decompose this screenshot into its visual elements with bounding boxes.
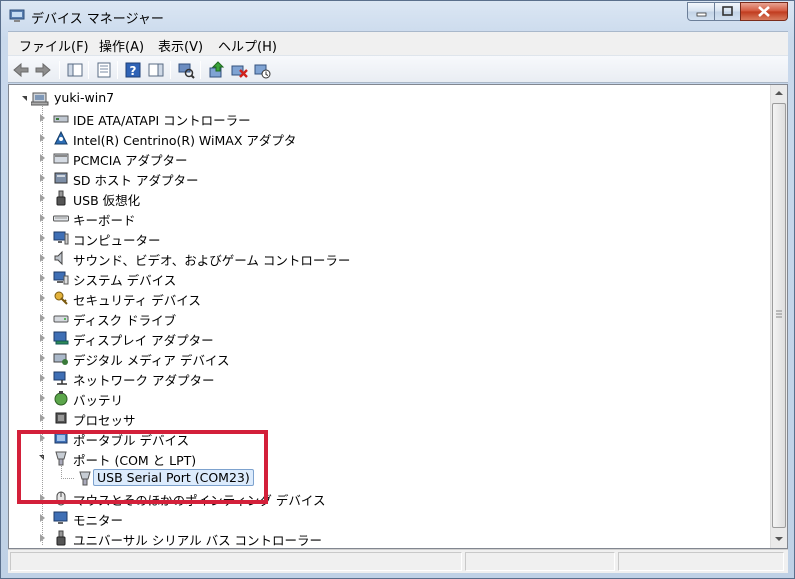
ide-controller-icon <box>53 115 69 123</box>
tree-item[interactable]: USB 仮想化 <box>9 188 769 208</box>
monitor-icon <box>53 511 68 524</box>
status-cell-main <box>10 552 462 571</box>
tree-item-label: ディスプレイ アダプター <box>73 333 214 348</box>
close-icon <box>758 6 770 17</box>
tree-item[interactable]: プロセッサ <box>9 408 769 428</box>
help-icon[interactable]: ? <box>123 60 143 80</box>
toolbar: ? <box>8 55 788 83</box>
scroll-down-icon[interactable] <box>771 530 787 547</box>
scroll-up-icon[interactable] <box>771 85 787 102</box>
tree-item-label: セキュリティ デバイス <box>73 293 201 308</box>
usb-icon <box>56 190 66 206</box>
processor-icon <box>55 412 67 424</box>
properties-icon[interactable] <box>94 60 114 80</box>
tree-item-label: IDE ATA/ATAPI コントローラー <box>73 113 251 128</box>
menu-view[interactable]: 表示(V) <box>158 36 203 55</box>
tree-item-label: コンピューター <box>73 233 161 248</box>
maximize-button[interactable] <box>714 2 741 21</box>
minimize-button[interactable] <box>687 2 715 21</box>
speaker-icon <box>54 250 63 266</box>
tree-item-label: PCMCIA アダプター <box>73 153 188 168</box>
tree-item[interactable]: システム デバイス <box>9 268 769 288</box>
tree-item-label: ユニバーサル シリアル バス コントローラー <box>73 533 323 548</box>
toolbar-separator <box>170 61 171 79</box>
tree-item-label: デジタル メディア デバイス <box>73 353 230 368</box>
tree-item-label: サウンド、ビデオ、およびゲーム コントローラー <box>73 253 351 268</box>
vertical-scrollbar[interactable] <box>770 85 787 548</box>
device-manager-icon <box>9 9 25 22</box>
tree-item[interactable]: キーボード <box>9 208 769 228</box>
title-bar[interactable]: デバイス マネージャー <box>1 1 794 31</box>
security-key-icon <box>54 291 68 305</box>
scan-hardware-icon[interactable] <box>176 60 196 80</box>
tree-item[interactable]: SD ホスト アダプター <box>9 168 769 188</box>
menu-bar: ファイル(F) 操作(A) 表示(V) ヘルプ(H) <box>8 31 788 55</box>
status-cell-2 <box>465 552 615 571</box>
usb-controller-icon <box>56 530 66 546</box>
tree-item[interactable]: ネットワーク アダプター <box>9 368 769 388</box>
keyboard-icon <box>53 215 69 222</box>
media-device-icon <box>53 353 68 365</box>
tree-item[interactable]: PCMCIA アダプター <box>9 148 769 168</box>
tree-item[interactable]: コンピューター <box>9 228 769 248</box>
tree-item[interactable]: ディスク ドライブ <box>9 308 769 328</box>
tree-item-label: Intel(R) Centrino(R) WiMAX アダプタ <box>73 133 297 148</box>
red-highlight-annotation <box>17 430 268 504</box>
tree-item[interactable]: Intel(R) Centrino(R) WiMAX アダプタ <box>9 128 769 148</box>
maximize-icon <box>722 6 733 16</box>
disable-device-icon[interactable] <box>252 60 272 80</box>
svg-text:?: ? <box>130 64 137 78</box>
back-arrow-icon[interactable] <box>11 60 31 80</box>
forward-arrow-icon[interactable] <box>33 60 53 80</box>
display-adapter-icon <box>53 331 69 345</box>
status-cell-3 <box>618 552 784 571</box>
tree-item-label: ネットワーク アダプター <box>73 373 215 388</box>
tree-item-label: システム デバイス <box>73 273 177 288</box>
window-title: デバイス マネージャー <box>31 12 164 27</box>
tree-item[interactable]: バッテリ <box>9 388 769 408</box>
tree-item-label: SD ホスト アダプター <box>73 173 199 188</box>
network-adapter-icon <box>53 371 67 385</box>
toolbar-separator <box>117 61 118 79</box>
tree-item-label: バッテリ <box>73 393 124 408</box>
menu-file[interactable]: ファイル(F) <box>19 36 89 55</box>
toolbar-separator <box>200 61 201 79</box>
disk-drive-icon <box>53 315 69 323</box>
tree-item[interactable]: モニター <box>9 508 769 528</box>
tree-root-label: yuki-win7 <box>54 90 115 105</box>
scrollbar-thumb[interactable] <box>772 103 786 528</box>
tree-item-label: モニター <box>73 513 124 528</box>
tree-item[interactable]: セキュリティ デバイス <box>9 288 769 308</box>
tree-root[interactable]: yuki-win7 <box>9 88 769 108</box>
show-hide-console-tree-icon[interactable] <box>65 60 85 80</box>
tree-item-label: ディスク ドライブ <box>73 313 177 328</box>
tree-item-label: USB 仮想化 <box>73 193 141 208</box>
status-bar <box>8 549 788 573</box>
minimize-icon <box>696 12 707 17</box>
uninstall-icon[interactable] <box>229 60 249 80</box>
update-driver-icon[interactable] <box>206 60 226 80</box>
sd-host-icon <box>54 172 68 184</box>
close-button[interactable] <box>740 2 788 21</box>
action-pane-icon[interactable] <box>146 60 166 80</box>
computer-root-icon <box>31 92 49 106</box>
menu-action[interactable]: 操作(A) <box>99 36 144 55</box>
grip-icon <box>776 310 782 318</box>
toolbar-separator <box>59 61 60 79</box>
tree-item[interactable]: ディスプレイ アダプター <box>9 328 769 348</box>
tree-item[interactable]: ユニバーサル シリアル バス コントローラー <box>9 528 769 548</box>
tree-item[interactable]: サウンド、ビデオ、およびゲーム コントローラー <box>9 248 769 268</box>
tree-item[interactable]: IDE ATA/ATAPI コントローラー <box>9 108 769 128</box>
menu-help[interactable]: ヘルプ(H) <box>218 36 277 55</box>
wimax-icon <box>54 130 68 145</box>
battery-icon <box>54 391 68 406</box>
toolbar-separator <box>88 61 89 79</box>
tree-item[interactable]: デジタル メディア デバイス <box>9 348 769 368</box>
tree-item-label: キーボード <box>73 213 136 228</box>
computer-icon <box>53 231 69 245</box>
system-device-icon <box>53 271 69 285</box>
tree-item-label: プロセッサ <box>73 413 136 428</box>
pcmcia-icon <box>53 153 69 164</box>
expand-arrow-icon[interactable] <box>22 96 27 101</box>
